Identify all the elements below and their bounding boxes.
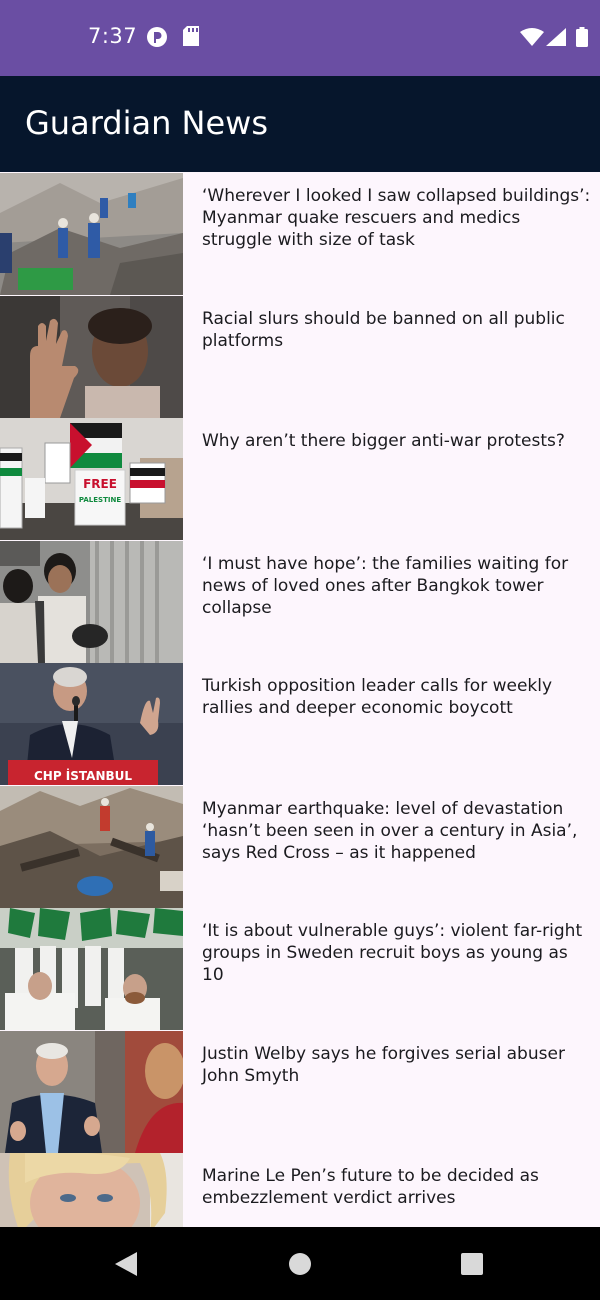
news-headline: Justin Welby says he forgives serial abu… — [202, 1043, 565, 1086]
news-thumbnail — [0, 295, 183, 418]
news-item[interactable]: Myanmar earthquake: level of devastation… — [0, 785, 600, 909]
news-thumbnail — [0, 1030, 183, 1153]
news-item[interactable]: ‘It is about vulnerable guys’: violent f… — [0, 908, 600, 1031]
status-time: 7:37 — [88, 24, 138, 48]
app-bar: Guardian News — [0, 76, 600, 172]
app-notification-icon — [146, 26, 168, 52]
news-headline: Turkish opposition leader calls for week… — [202, 676, 553, 718]
status-bar: 7:37 — [0, 0, 600, 76]
news-thumbnail — [0, 785, 183, 908]
news-headline: Marine Le Pen’s future to be decided as … — [202, 1166, 539, 1208]
recents-icon[interactable] — [455, 1247, 489, 1281]
system-nav-bar — [0, 1227, 600, 1300]
news-item[interactable]: ‘I must have hope’: the families waiting… — [0, 540, 600, 664]
news-thumbnail — [0, 540, 183, 663]
placard-palestine-text: PALESTINE — [79, 496, 121, 504]
placard-free-text: FREE — [83, 477, 117, 491]
news-item[interactable]: Justin Welby says he forgives serial abu… — [0, 1030, 600, 1154]
news-thumbnail: CHP İSTANBUL — [0, 663, 183, 785]
cell-signal-icon — [546, 28, 566, 50]
app-title: Guardian News — [25, 104, 269, 142]
news-list[interactable]: ‘Wherever I looked I saw collapsed build… — [0, 173, 600, 1227]
sd-card-icon — [183, 26, 199, 50]
home-icon[interactable] — [283, 1247, 317, 1281]
news-item[interactable]: FREE PALESTINE Why aren’t there bigger a… — [0, 418, 600, 541]
wifi-icon — [520, 28, 544, 50]
news-headline: Racial slurs should be banned on all pub… — [202, 308, 565, 351]
news-headline: ‘I must have hope’: the families waiting… — [202, 553, 569, 618]
news-thumbnail — [0, 908, 183, 1030]
news-headline: Myanmar earthquake: level of devastation… — [202, 798, 578, 863]
news-headline: Why aren’t there bigger anti-war protest… — [202, 431, 565, 451]
news-thumbnail — [0, 173, 183, 295]
news-item[interactable]: Marine Le Pen’s future to be decided as … — [0, 1153, 600, 1227]
podium-sign-text: CHP İSTANBUL — [34, 768, 132, 783]
battery-icon — [576, 27, 588, 51]
news-item[interactable]: CHP İSTANBUL Turkish opposition leader c… — [0, 663, 600, 786]
news-thumbnail: FREE PALESTINE — [0, 418, 183, 540]
news-thumbnail — [0, 1153, 183, 1227]
back-icon[interactable] — [109, 1247, 143, 1281]
news-item[interactable]: Racial slurs should be banned on all pub… — [0, 295, 600, 419]
news-headline: ‘Wherever I looked I saw collapsed build… — [202, 186, 591, 250]
news-headline: ‘It is about vulnerable guys’: violent f… — [202, 921, 583, 985]
news-item[interactable]: ‘Wherever I looked I saw collapsed build… — [0, 173, 600, 296]
